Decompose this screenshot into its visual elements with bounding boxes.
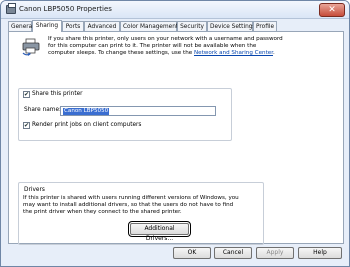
cancel-button[interactable]: Cancel bbox=[214, 247, 252, 259]
drivers-heading: Drivers bbox=[23, 187, 46, 194]
printer-icon bbox=[6, 3, 16, 14]
shared-printer-icon bbox=[22, 38, 40, 56]
title-bar[interactable]: Canon LBP5050 Properties ✕ bbox=[1, 1, 349, 19]
close-button[interactable]: ✕ bbox=[319, 3, 345, 17]
sharing-panel: If you share this printer, only users on… bbox=[8, 31, 344, 245]
sharing-intro-text: If you share this printer, only users on… bbox=[48, 36, 283, 56]
drivers-description: If this printer is shared with users run… bbox=[23, 195, 239, 215]
share-printer-checkbox[interactable]: ✔ bbox=[23, 91, 30, 98]
network-sharing-center-link[interactable]: Network and Sharing Center bbox=[194, 50, 273, 56]
tab-sharing[interactable]: Sharing bbox=[32, 20, 62, 32]
window-title: Canon LBP5050 Properties bbox=[19, 5, 112, 13]
share-name-label: Share name: bbox=[24, 107, 61, 113]
apply-button[interactable]: Apply bbox=[256, 247, 294, 259]
properties-window: Canon LBP5050 Properties ✕ General Shari… bbox=[0, 0, 350, 267]
share-name-value: Canon LBP5050 bbox=[63, 108, 110, 115]
share-name-input[interactable]: Canon LBP5050 bbox=[60, 106, 216, 116]
ok-button[interactable]: OK bbox=[173, 247, 211, 259]
help-button[interactable]: Help bbox=[298, 247, 342, 259]
share-printer-label: Share this printer bbox=[32, 91, 83, 97]
render-client-label: Render print jobs on client computers bbox=[32, 122, 142, 128]
additional-drivers-button[interactable]: Additional Drivers... bbox=[128, 221, 191, 242]
render-client-checkbox[interactable]: ✔ bbox=[23, 122, 30, 129]
